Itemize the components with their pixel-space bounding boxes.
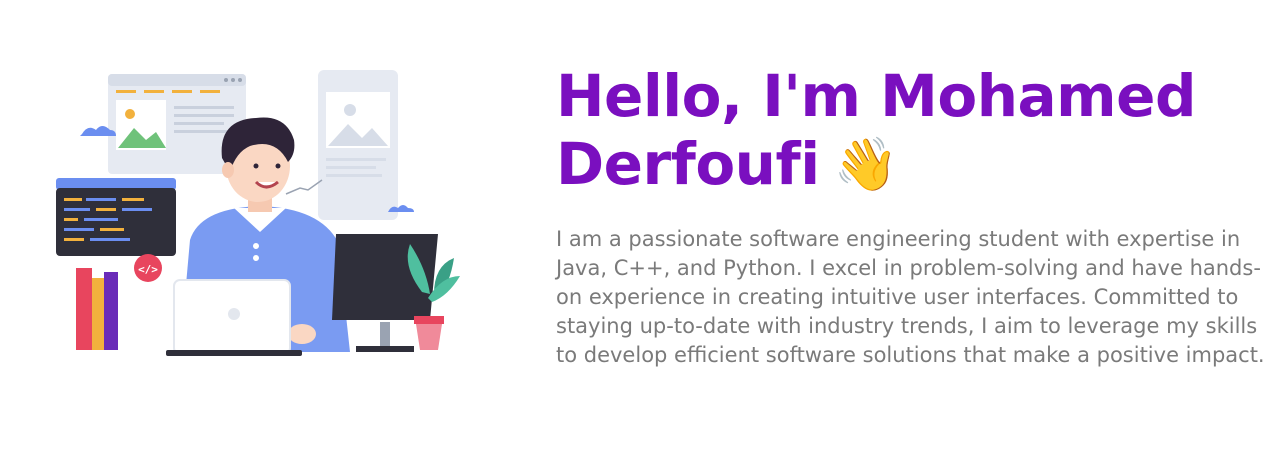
title-line-2: Derfoufi bbox=[556, 130, 820, 198]
laptop-graphic bbox=[166, 279, 302, 356]
hero-section: </> Hello, I'm Mohamed Derfoufi 👋 I am a… bbox=[0, 0, 1284, 468]
title-line-1: Hello, I'm Mohamed bbox=[556, 62, 1196, 130]
developer-illustration: </> bbox=[56, 70, 460, 356]
chart-line-graphic bbox=[285, 179, 323, 195]
hero-text: Hello, I'm Mohamed Derfoufi 👋 I am a pass… bbox=[556, 62, 1276, 370]
code-badge-text: </> bbox=[138, 263, 158, 276]
waving-hand-icon: 👋 bbox=[833, 135, 899, 195]
books-graphic bbox=[76, 268, 118, 350]
code-editor-graphic bbox=[56, 178, 176, 256]
hero-description: I am a passionate software engineering s… bbox=[556, 227, 1265, 367]
code-badge-icon: </> bbox=[134, 254, 162, 282]
image-card-graphic bbox=[318, 70, 398, 220]
hero-title: Hello, I'm Mohamed Derfoufi 👋 bbox=[556, 62, 1276, 199]
